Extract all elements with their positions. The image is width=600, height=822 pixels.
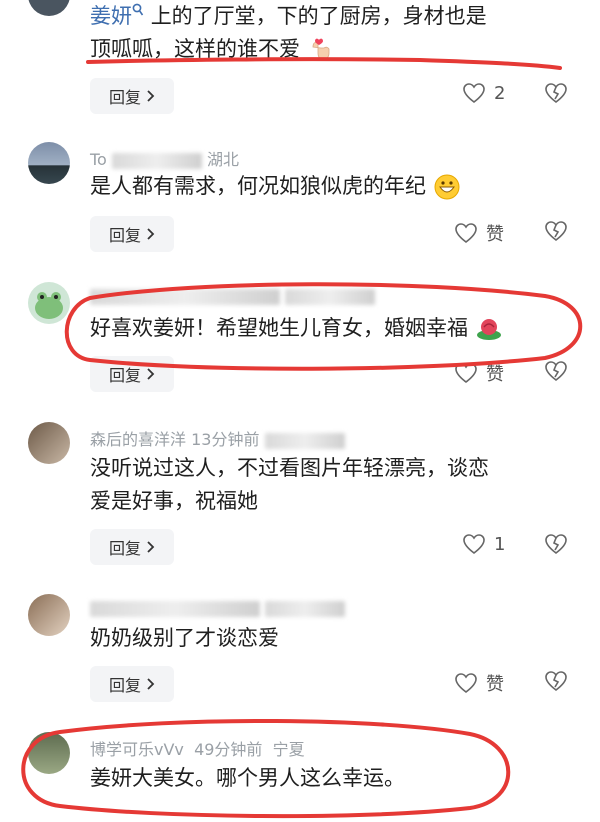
- heart-icon: [455, 673, 477, 694]
- redacted-name: [111, 152, 202, 169]
- comment-text: 没听说过这人，不过看图片年轻漂亮，谈恋 爱是好事，祝福她: [90, 452, 570, 518]
- search-icon: [132, 3, 144, 16]
- comment-text: 是人都有需求，何况如狼似虎的年纪: [90, 170, 570, 203]
- comment-text-line: 奶奶级别了才谈恋爱: [90, 626, 279, 650]
- avatar[interactable]: [28, 422, 70, 464]
- reply-label: 回复: [108, 676, 141, 695]
- reply-label: 回复: [108, 539, 141, 558]
- like-label: 赞: [486, 224, 504, 245]
- redacted-name[interactable]: [90, 600, 260, 617]
- reply-button[interactable]: 回复: [90, 529, 174, 565]
- reply-button[interactable]: 回复: [90, 216, 174, 252]
- comment-text-line: 上的了厅堂，下的了厨房，身材也是: [150, 4, 487, 28]
- dislike-button[interactable]: [544, 220, 568, 246]
- broken-heart-icon: [545, 534, 567, 555]
- dislike-button[interactable]: [544, 670, 568, 696]
- comment-text: 奶奶级别了才谈恋爱: [90, 622, 570, 655]
- broken-heart-icon: [545, 671, 567, 692]
- comment-text-line: 是人都有需求，何况如狼似虎的年纪: [90, 174, 426, 198]
- dislike-button[interactable]: [544, 533, 568, 559]
- author-name[interactable]: To: [90, 150, 107, 169]
- comment-text-line: 没听说过这人，不过看图片年轻漂亮，谈恋: [90, 456, 489, 480]
- reply-button[interactable]: 回复: [90, 666, 174, 702]
- reply-label: 回复: [108, 226, 141, 245]
- redacted-meta: [265, 600, 346, 617]
- author-name[interactable]: 森后的喜洋洋: [90, 430, 186, 449]
- heart-icon: [463, 534, 485, 555]
- chevron-right-icon: [147, 541, 155, 553]
- annotation-ellipse: [21, 718, 511, 819]
- comment-meta: 森后的喜洋洋 13分钟前: [90, 426, 345, 450]
- comment-meta: To 湖北: [90, 146, 239, 170]
- comment-time: 13分钟前: [191, 430, 260, 449]
- broken-heart-icon: [545, 221, 567, 242]
- like-button[interactable]: 赞: [454, 670, 504, 696]
- like-button[interactable]: 赞: [454, 220, 504, 246]
- like-count: 1: [494, 533, 506, 555]
- avatar[interactable]: [28, 142, 70, 184]
- comment-text-line: 爱是好事，祝福她: [90, 489, 258, 513]
- redacted-meta: [264, 432, 345, 449]
- chevron-right-icon: [147, 678, 155, 690]
- annotation-underline: [86, 57, 562, 70]
- comment-meta: [90, 598, 346, 617]
- grinning-emoji-icon: [434, 174, 460, 200]
- comment-location: 湖北: [207, 150, 240, 169]
- annotation-ellipse: [64, 282, 583, 371]
- heart-icon: [455, 223, 477, 244]
- like-button[interactable]: 1: [462, 533, 505, 555]
- mention-link[interactable]: 姜妍: [90, 4, 132, 28]
- like-label: 赞: [486, 674, 504, 695]
- chevron-right-icon: [147, 228, 155, 240]
- avatar[interactable]: [28, 594, 70, 636]
- avatar[interactable]: [28, 0, 70, 16]
